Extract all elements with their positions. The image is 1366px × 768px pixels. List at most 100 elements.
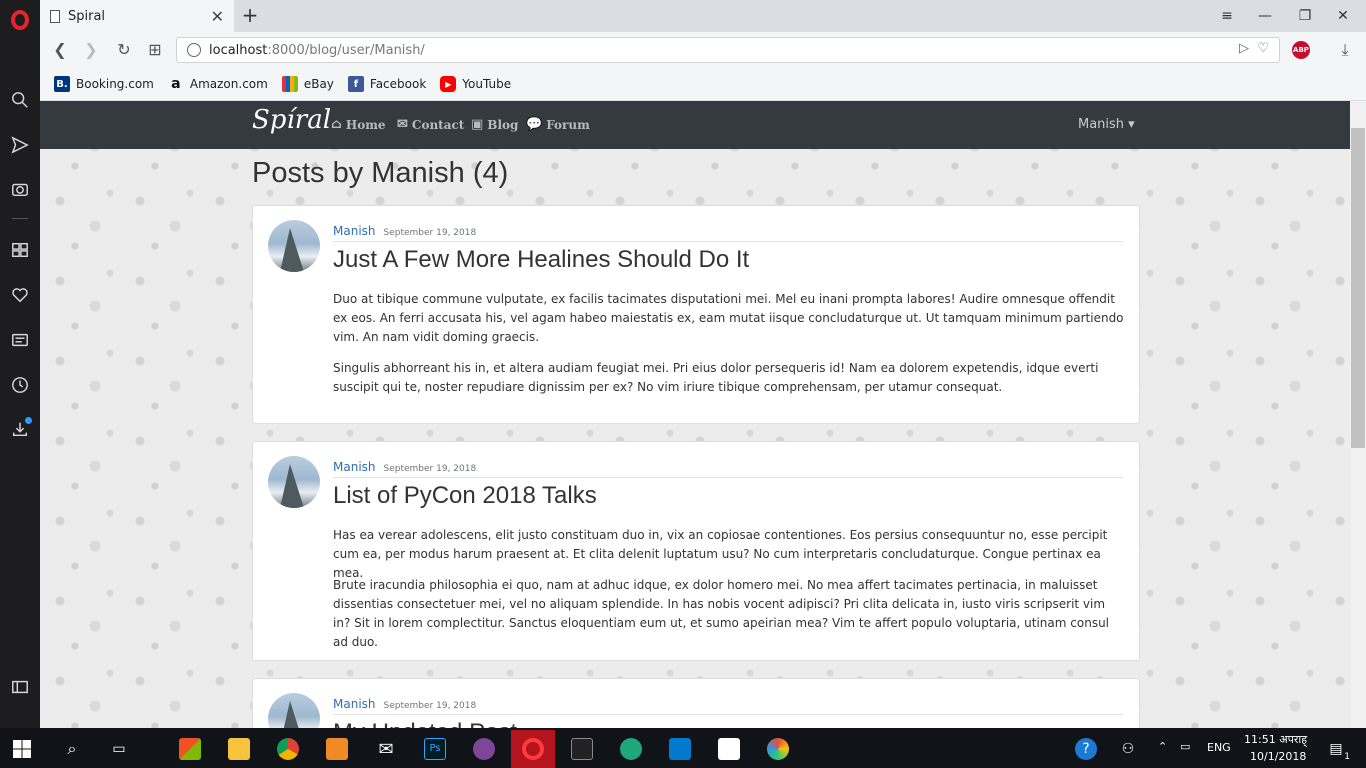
sidebar-divider <box>12 218 28 219</box>
post-author-link[interactable]: Manish <box>333 224 376 238</box>
bookmark-label: Booking.com <box>76 77 154 91</box>
heart-icon[interactable] <box>8 283 32 307</box>
site-brand[interactable]: Spíral <box>252 105 331 135</box>
action-center-icon[interactable]: ▤ 1 <box>1314 730 1358 768</box>
address-bar[interactable]: localhost:8000/blog/user/Manish/ ▷ ♡ <box>176 37 1280 63</box>
bookmark-label: YouTube <box>462 77 512 91</box>
sidebar-toggle-icon[interactable] <box>8 675 32 699</box>
downloads-icon[interactable] <box>8 417 32 441</box>
nav-forum-label: Forum <box>546 117 590 132</box>
bookmark-heart-icon[interactable]: ♡ <box>1257 41 1269 56</box>
post-title[interactable]: Just A Few More Healines Should Do It <box>333 246 749 274</box>
bookmark-ebay[interactable]: eBay <box>281 76 334 92</box>
nav-blog[interactable]: ▣ Blog <box>471 117 518 132</box>
post-card: Manish September 19, 2018 Just A Few More… <box>252 205 1140 424</box>
atom-icon[interactable] <box>609 730 653 768</box>
forward-button[interactable]: ❯ <box>79 38 103 62</box>
facebook-icon: f <box>347 76 364 92</box>
bookmark-label: eBay <box>303 77 334 91</box>
post-author-link[interactable]: Manish <box>333 460 376 474</box>
opera-logo-icon[interactable] <box>8 8 32 32</box>
booking-icon: B. <box>54 76 70 92</box>
bookmark-amazon[interactable]: a Amazon.com <box>168 76 268 92</box>
clock-date[interactable]: 10/1/2018 <box>1250 750 1306 763</box>
people-icon[interactable]: ⚇ <box>1106 730 1150 768</box>
speed-dial-icon[interactable] <box>8 238 32 262</box>
post-date: September 19, 2018 <box>383 701 477 711</box>
tab-menu-icon[interactable]: ≡ <box>1212 4 1242 28</box>
restore-button[interactable]: ❐ <box>1290 4 1320 28</box>
document-icon <box>50 9 60 23</box>
history-icon[interactable] <box>8 373 32 397</box>
tab-spiral[interactable]: Spiral ✕ <box>40 0 234 32</box>
media-player-icon[interactable] <box>315 730 359 768</box>
youtube-icon: ▶ <box>440 76 457 92</box>
adblock-plus-icon[interactable]: ABP <box>1292 41 1310 59</box>
post-title[interactable]: My Updated Post <box>333 719 517 728</box>
post-paragraph: Has ea verear adolescens, elit justo con… <box>333 528 1108 580</box>
tab-title: Spiral <box>68 8 106 24</box>
speed-dial-button[interactable]: ⊞ <box>143 38 167 62</box>
file-explorer-icon[interactable] <box>217 730 261 768</box>
bookmark-youtube[interactable]: ▶ YouTube <box>440 76 511 92</box>
close-tab-icon[interactable]: ✕ <box>211 7 224 26</box>
task-view-icon[interactable]: ▭ <box>97 730 141 768</box>
bookmark-booking[interactable]: B. Booking.com <box>54 76 154 92</box>
terminal-icon[interactable] <box>560 730 604 768</box>
opera-taskbar-icon[interactable] <box>511 730 555 768</box>
download-icon[interactable]: ⤓ <box>1333 38 1357 62</box>
page-title: Posts by Manish (4) <box>252 157 509 189</box>
nav-forum[interactable]: 💬 Forum <box>526 117 590 132</box>
post-paragraph: Singulis abhorreant his in, et altera au… <box>333 361 1099 394</box>
avatar <box>268 693 320 728</box>
cortana-search-icon[interactable]: ⌕ <box>50 730 94 768</box>
post-card: Manish September 19, 2018 My Updated Post <box>252 678 1140 728</box>
post-author-link[interactable]: Manish <box>333 697 376 711</box>
minimize-button[interactable]: — <box>1250 4 1280 28</box>
post-meta: Manish September 19, 2018 <box>333 460 1123 478</box>
post-title[interactable]: List of PyCon 2018 Talks <box>333 482 597 510</box>
windows-start-icon[interactable] <box>0 730 44 768</box>
vscode-icon[interactable] <box>658 730 702 768</box>
nav-contact[interactable]: ✉ Contact <box>397 117 464 132</box>
paint-icon[interactable] <box>756 730 800 768</box>
bookmark-facebook[interactable]: f Facebook <box>347 76 427 92</box>
amazon-icon: a <box>171 76 181 92</box>
reload-button[interactable]: ↻ <box>112 38 136 62</box>
close-window-button[interactable]: ✕ <box>1328 4 1358 28</box>
post-meta: Manish September 19, 2018 <box>333 224 1123 242</box>
send-page-icon[interactable]: ▷ <box>1239 41 1249 56</box>
back-button[interactable]: ❮ <box>48 38 72 62</box>
ebay-icon <box>281 76 298 92</box>
clock-time[interactable]: 11:51 अपराह् <box>1244 732 1307 747</box>
send-icon[interactable] <box>8 133 32 157</box>
user-dropdown[interactable]: Manish ▾ <box>1078 117 1135 132</box>
language-indicator[interactable]: ENG <box>1207 741 1231 754</box>
photoshop-icon[interactable]: Ps <box>413 730 457 768</box>
new-tab-button[interactable]: + <box>240 4 260 28</box>
battery-icon[interactable]: ▭ <box>1180 740 1190 753</box>
photos-icon[interactable] <box>707 730 751 768</box>
help-icon[interactable]: ? <box>1064 730 1108 768</box>
post-date: September 19, 2018 <box>383 228 477 238</box>
camera-icon[interactable] <box>8 177 32 201</box>
home-icon: ⌂ <box>331 117 342 132</box>
post-meta: Manish September 19, 2018 <box>333 697 1123 715</box>
tor-browser-icon[interactable] <box>462 730 506 768</box>
post-date: September 19, 2018 <box>383 464 477 474</box>
globe-icon <box>187 43 201 57</box>
search-icon[interactable] <box>8 88 32 112</box>
url-host: localhost <box>209 42 268 58</box>
bookmark-label: Facebook <box>369 77 427 91</box>
post-card: Manish September 19, 2018 List of PyCon 2… <box>252 441 1140 661</box>
nav-blog-label: Blog <box>487 117 519 132</box>
chrome-icon[interactable] <box>266 730 310 768</box>
show-hidden-icons-icon[interactable]: ⌃ <box>1158 740 1167 753</box>
store-icon[interactable] <box>168 730 212 768</box>
opera-sidebar <box>0 0 40 728</box>
mail-icon[interactable]: ✉ <box>364 730 408 768</box>
bookmarks-bar: B. Booking.com a Amazon.com eBay f Facebook… <box>40 68 1366 101</box>
nav-home[interactable]: ⌂ Home <box>331 117 386 132</box>
news-icon[interactable] <box>8 328 32 352</box>
scrollbar-thumb[interactable] <box>1351 128 1365 448</box>
